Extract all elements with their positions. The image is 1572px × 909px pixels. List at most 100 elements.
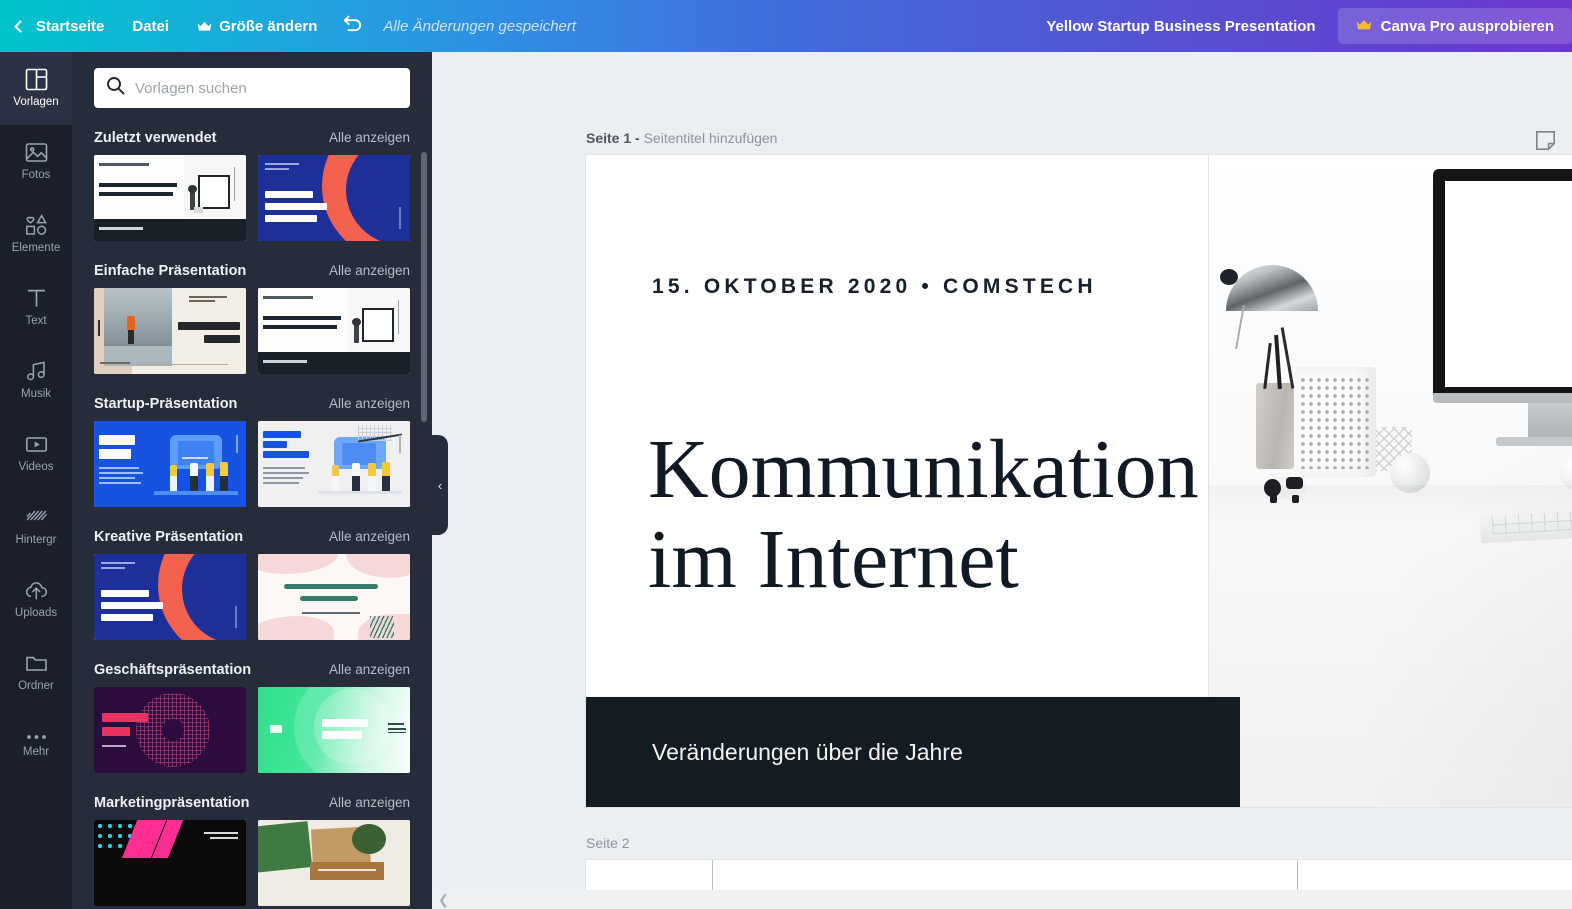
section-title: Zuletzt verwendet	[94, 130, 217, 146]
template-thumb-business-plan-templates[interactable]	[258, 421, 410, 507]
upload-cloud-icon	[24, 579, 49, 602]
page-1-title-placeholder[interactable]: Seitentitel hinzufügen	[644, 130, 778, 146]
section-header: Kreative Präsentation Alle anzeigen	[94, 529, 410, 545]
section-header: Geschäftspräsentation Alle anzeigen	[94, 662, 410, 678]
sidebar-item-label: Vorlagen	[13, 96, 59, 109]
template-thumb-business-plan[interactable]	[94, 687, 246, 773]
slide-1-photo[interactable]	[1208, 155, 1572, 807]
template-thumb-business-review[interactable]	[258, 687, 410, 773]
left-sidebar: Vorlagen Fotos Elemente Text Musik Video…	[0, 52, 72, 909]
page-1-number: Seite 1 -	[586, 130, 640, 146]
section-title: Geschäftspräsentation	[94, 662, 252, 678]
shapes-icon	[24, 214, 49, 237]
sidebar-item-ordner[interactable]: Ordner	[0, 636, 72, 709]
home-button[interactable]: Startseite	[0, 0, 118, 52]
chevron-left-icon	[14, 19, 27, 33]
see-all-link[interactable]: Alle anzeigen	[329, 396, 410, 411]
thumbnail-row	[94, 421, 410, 507]
sidebar-item-label: Text	[25, 315, 47, 328]
template-sections: Zuletzt verwendet Alle anzeigen Einfache…	[72, 130, 432, 909]
sidebar-item-vorlagen[interactable]: Vorlagen	[0, 52, 72, 125]
templates-panel: Zuletzt verwendet Alle anzeigen	[72, 52, 432, 909]
see-all-link[interactable]: Alle anzeigen	[329, 795, 410, 810]
thumbnail-row	[94, 554, 410, 640]
section-title: Kreative Präsentation	[94, 529, 244, 545]
undo-button[interactable]	[331, 0, 373, 52]
slide-1-title-line-2: im Internet	[648, 512, 1019, 606]
template-thumb-marketing-black[interactable]	[94, 820, 246, 906]
canvas-area: Seite 1 - Seitentitel hinzufügen 15. OKT…	[432, 52, 1572, 909]
slide-1-caption-text: Veränderungen über die Jahre	[652, 738, 963, 765]
chevron-left-icon: ‹	[437, 477, 443, 493]
desk-shadow	[1208, 485, 1572, 525]
sidebar-item-label: Musik	[20, 388, 52, 401]
slide-1-canvas[interactable]: 15. OKTOBER 2020 • COMSTECH Kommunikatio…	[586, 155, 1572, 807]
template-thumb-pitch-deck[interactable]	[94, 421, 246, 507]
sidebar-item-fotos[interactable]: Fotos	[0, 125, 72, 198]
sidebar-item-label: Ordner	[18, 680, 54, 693]
photo-icon	[25, 141, 48, 164]
sidebar-item-videos[interactable]: Videos	[0, 417, 72, 490]
page-1-label[interactable]: Seite 1 - Seitentitel hinzufügen	[586, 130, 777, 146]
sidebar-item-label: Fotos	[21, 169, 51, 182]
try-canva-pro-button[interactable]: Canva Pro ausprobieren	[1337, 8, 1572, 44]
sidebar-item-label: Mehr	[22, 745, 50, 758]
section-header: Marketingpräsentation Alle anzeigen	[94, 795, 410, 811]
chevron-left-icon[interactable]: ❮	[438, 892, 449, 908]
thumbnail-row	[94, 288, 410, 374]
template-thumb-communication[interactable]	[94, 155, 246, 241]
panel-scrollbar-thumb[interactable]	[421, 152, 427, 422]
sidebar-item-hintergrund[interactable]: Hintergr	[0, 490, 72, 563]
slide-1-date-line[interactable]: 15. OKTOBER 2020 • COMSTECH	[652, 275, 1097, 299]
thumbnail-row	[94, 687, 410, 773]
template-thumb-marketing-desk[interactable]	[258, 820, 410, 906]
sidebar-item-elemente[interactable]: Elemente	[0, 198, 72, 271]
video-play-icon	[25, 433, 48, 456]
see-all-link[interactable]: Alle anzeigen	[329, 662, 410, 677]
search-container	[72, 52, 432, 108]
sidebar-item-uploads[interactable]: Uploads	[0, 563, 72, 636]
search-input[interactable]	[135, 79, 398, 97]
thumbnail-row	[94, 155, 410, 241]
search-box[interactable]	[94, 68, 410, 108]
text-t-icon	[25, 287, 48, 310]
home-button-label: Startseite	[36, 17, 105, 35]
sidebar-item-mehr[interactable]: Mehr	[0, 709, 72, 782]
slide-1-title-line-1: Kommunikation	[648, 423, 1199, 516]
sidebar-item-musik[interactable]: Musik	[0, 344, 72, 417]
file-menu-label: Datei	[132, 17, 170, 35]
hatch-pattern-icon	[25, 506, 48, 529]
file-menu-button[interactable]: Datei	[118, 0, 183, 52]
see-all-link[interactable]: Alle anzeigen	[329, 529, 410, 544]
sidebar-item-label: Elemente	[11, 242, 61, 255]
resize-button[interactable]: Größe ändern	[183, 0, 331, 52]
slide-1-caption-band[interactable]: Veränderungen über die Jahre	[586, 697, 1240, 807]
folder-icon	[25, 652, 48, 675]
page-2-label[interactable]: Seite 2	[586, 835, 630, 851]
section-title: Startup-Präsentation	[94, 396, 238, 412]
save-status-text: Alle Änderungen gespeichert	[383, 17, 577, 35]
imac-base	[1496, 437, 1572, 446]
horizontal-scrollbar[interactable]: ❮	[432, 890, 1572, 909]
design-title[interactable]: Yellow Startup Business Presentation	[1024, 18, 1337, 35]
top-toolbar: Startseite Datei Größe ändern Alle Änder…	[0, 0, 1572, 52]
sticky-note-icon[interactable]	[1535, 130, 1556, 156]
template-thumb-digital-advertising[interactable]	[258, 155, 410, 241]
see-all-link[interactable]: Alle anzeigen	[329, 130, 410, 145]
cylinder-dots	[1300, 377, 1372, 469]
imac-chin	[1433, 393, 1572, 403]
template-thumb-photography-basics[interactable]	[94, 288, 246, 374]
sidebar-item-text[interactable]: Text	[0, 271, 72, 344]
template-thumb-communication[interactable]	[258, 288, 410, 374]
slide-1-title[interactable]: Kommunikation im Internet	[648, 425, 1199, 605]
template-thumb-digital-advertising[interactable]	[94, 554, 246, 640]
see-all-link[interactable]: Alle anzeigen	[329, 263, 410, 278]
ellipsis-icon	[25, 733, 48, 741]
page-2-number: Seite 2	[586, 835, 630, 851]
sidebar-item-label: Hintergr	[15, 534, 57, 547]
template-thumb-digital-advertising-script[interactable]	[258, 554, 410, 640]
collapse-panel-button[interactable]: ‹	[432, 435, 448, 535]
section-header: Zuletzt verwendet Alle anzeigen	[94, 130, 410, 146]
small-pot	[1560, 455, 1572, 489]
pen-2	[1274, 334, 1282, 390]
